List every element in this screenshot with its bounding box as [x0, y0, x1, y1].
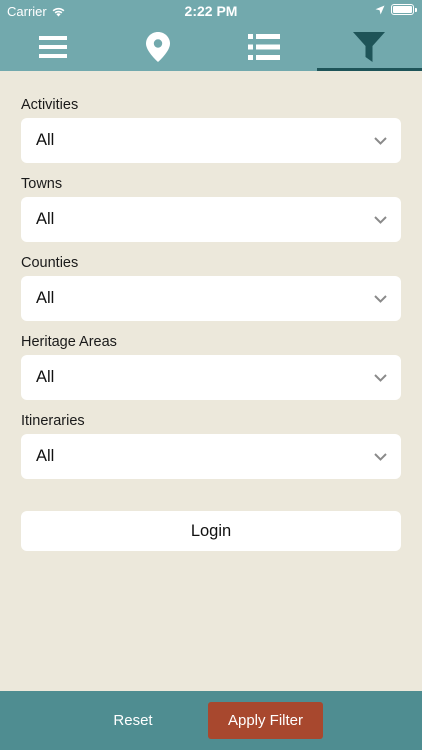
- itineraries-select[interactable]: All: [21, 434, 401, 479]
- tab-list[interactable]: [211, 22, 317, 71]
- status-time: 2:22 PM: [184, 3, 238, 19]
- menu-icon: [38, 35, 67, 58]
- heritage-areas-label: Heritage Areas: [21, 334, 117, 350]
- heritage-areas-select[interactable]: All: [21, 355, 401, 400]
- list-icon: [247, 33, 280, 60]
- itineraries-value: All: [36, 447, 55, 465]
- battery-icon: [391, 4, 417, 15]
- chevron-down-icon: [374, 294, 387, 303]
- chevron-down-icon: [374, 452, 387, 461]
- status-right-group: [375, 4, 417, 15]
- tab-map[interactable]: [106, 22, 212, 71]
- counties-label: Counties: [21, 255, 79, 271]
- status-bar: Carrier 2:22 PM: [0, 0, 422, 22]
- map-pin-icon: [146, 31, 171, 62]
- activities-value: All: [36, 131, 55, 149]
- tab-filter[interactable]: [316, 22, 422, 71]
- location-arrow-icon: [375, 5, 385, 14]
- chevron-down-icon: [374, 215, 387, 224]
- bottom-bar: Reset Apply Filter: [0, 691, 422, 750]
- itineraries-label: Itineraries: [21, 413, 85, 429]
- activities-select[interactable]: All: [21, 118, 401, 163]
- towns-value: All: [36, 210, 55, 228]
- login-button[interactable]: Login: [21, 511, 401, 551]
- activities-label: Activities: [21, 97, 79, 113]
- tab-bar: [0, 22, 422, 71]
- chevron-down-icon: [374, 373, 387, 382]
- counties-value: All: [36, 289, 55, 307]
- towns-select[interactable]: All: [21, 197, 401, 242]
- chevron-down-icon: [374, 136, 387, 145]
- filter-form: Activities All Towns All Counties All He…: [21, 96, 401, 491]
- counties-select[interactable]: All: [21, 276, 401, 321]
- tab-menu[interactable]: [0, 22, 106, 71]
- reset-button[interactable]: Reset: [95, 701, 171, 740]
- heritage-areas-value: All: [36, 368, 55, 386]
- apply-filter-button[interactable]: Apply Filter: [208, 702, 323, 739]
- towns-label: Towns: [21, 176, 63, 192]
- filter-icon: [353, 31, 386, 62]
